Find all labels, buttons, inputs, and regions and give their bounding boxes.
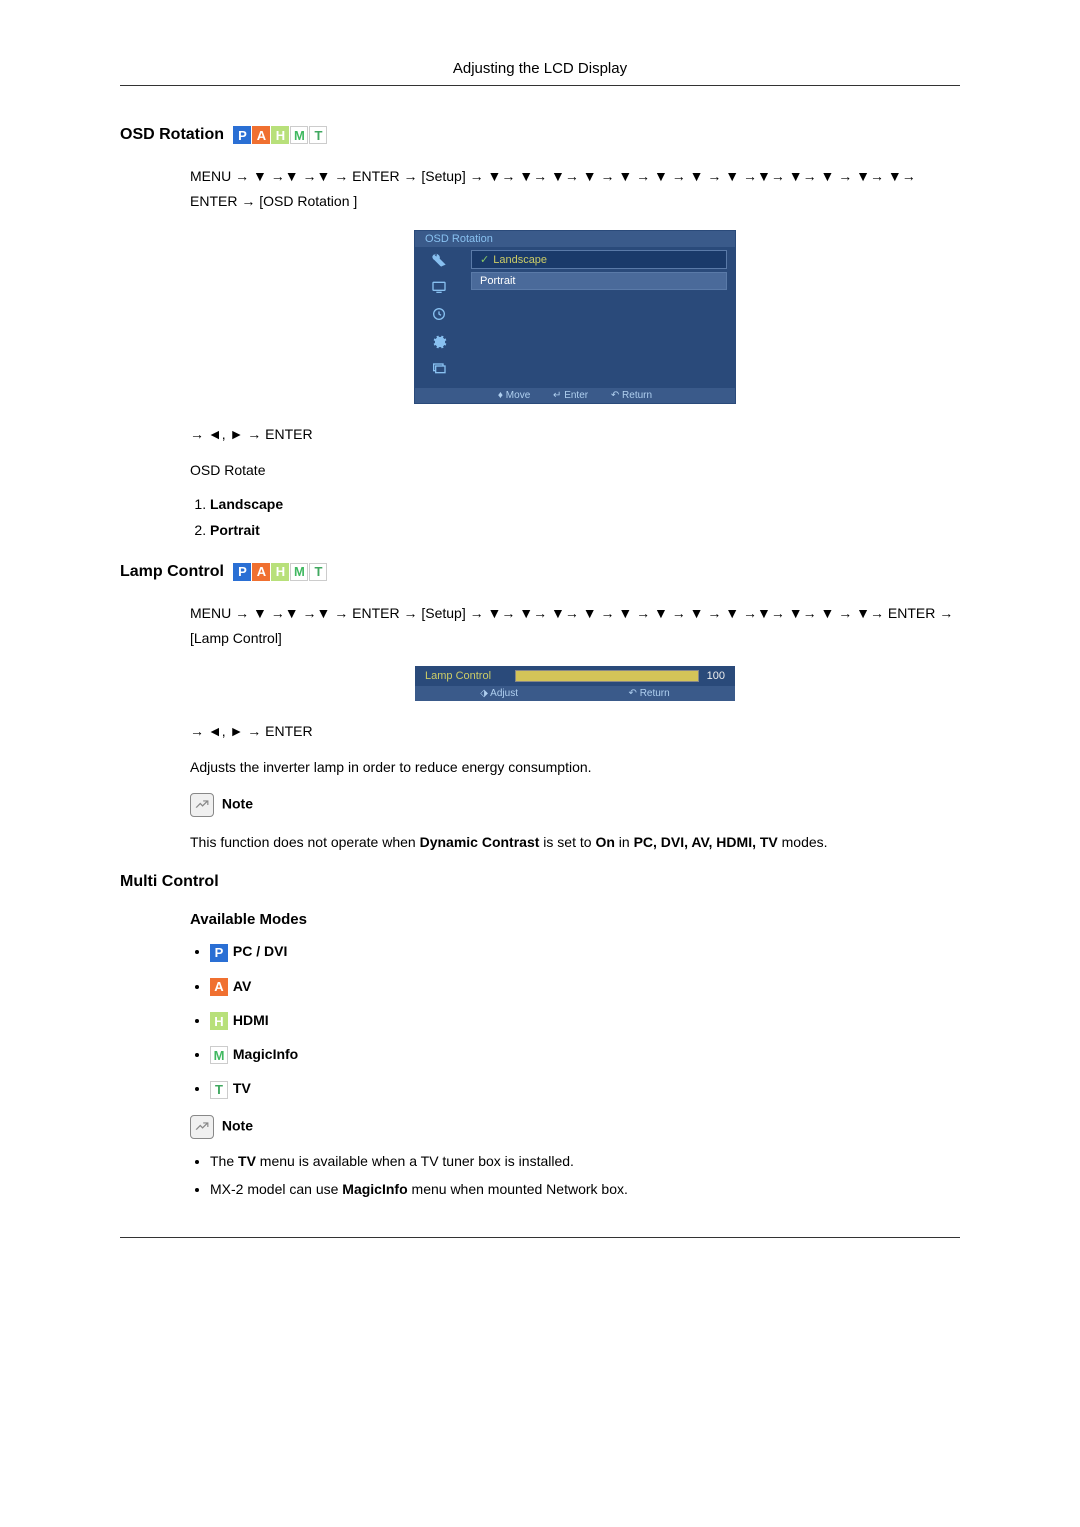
text-bold: On bbox=[595, 834, 614, 850]
a-icon: A bbox=[210, 978, 228, 996]
note-row: Note bbox=[190, 793, 960, 817]
section-multi-control-title: Multi Control bbox=[120, 873, 960, 891]
text-bold: Dynamic Contrast bbox=[420, 834, 540, 850]
osd-nav2: → ◄, ► → ENTER bbox=[190, 424, 960, 445]
text: is set to bbox=[539, 834, 595, 850]
page-header: Adjusting the LCD Display bbox=[120, 60, 960, 85]
footer-rule bbox=[120, 1237, 960, 1238]
text: in bbox=[615, 834, 634, 850]
lamp-value: 100 bbox=[707, 670, 725, 682]
osd-footer-enter: ↵ Enter bbox=[553, 390, 588, 401]
lamp-control-label: Lamp Control bbox=[120, 563, 224, 580]
h-icon: H bbox=[210, 1012, 228, 1030]
option-portrait: Portrait bbox=[210, 522, 260, 538]
available-modes-list: P PC / DVI A AV H HDMI M MagicInfo T TV bbox=[190, 943, 960, 1098]
option-landscape: Landscape bbox=[210, 496, 283, 512]
available-modes-title: Available Modes bbox=[190, 911, 960, 928]
mode-icons: P A H M T bbox=[233, 563, 328, 581]
h-icon: H bbox=[271, 126, 289, 144]
mode-tv: TV bbox=[233, 1080, 251, 1096]
osd-footer-move: ♦ Move bbox=[498, 390, 530, 401]
note-label: Note bbox=[222, 1117, 253, 1133]
gear-icon bbox=[415, 328, 463, 355]
m-icon: M bbox=[290, 563, 308, 581]
lamp-description: Adjusts the inverter lamp in order to re… bbox=[190, 757, 960, 778]
display-icon bbox=[415, 274, 463, 301]
t-icon: T bbox=[210, 1081, 228, 1099]
text: This function does not operate when bbox=[190, 834, 420, 850]
text: modes. bbox=[778, 834, 828, 850]
lamp-note-text: This function does not operate when Dyna… bbox=[190, 832, 960, 853]
p-icon: P bbox=[210, 944, 228, 962]
list-item: H HDMI bbox=[210, 1012, 960, 1030]
a-icon: A bbox=[252, 563, 270, 581]
text-bold: PC, DVI, AV, HDMI, TV bbox=[634, 834, 778, 850]
text-bold: MagicInfo bbox=[342, 1181, 407, 1197]
note-row: Note bbox=[190, 1115, 960, 1139]
osd-rotation-label: OSD Rotation bbox=[120, 126, 224, 143]
mode-magicinfo: MagicInfo bbox=[233, 1046, 298, 1062]
osd-rotation-screenshot: OSD Rotation bbox=[414, 230, 736, 404]
osd-footer: ♦ Move ↵ Enter ↶ Return bbox=[415, 388, 735, 403]
lamp-control-screenshot: Lamp Control 100 ⬗ Adjust ↶ Return bbox=[415, 666, 735, 701]
lamp-footer-adjust: ⬗ Adjust bbox=[480, 688, 518, 699]
text: The bbox=[210, 1153, 238, 1169]
list-item: M MagicInfo bbox=[210, 1046, 960, 1064]
osd-option-portrait: Portrait bbox=[471, 272, 727, 290]
screen-icon bbox=[415, 355, 463, 382]
m-icon: M bbox=[210, 1046, 228, 1064]
lamp-nav-path: MENU → ▼ →▼ →▼ → ENTER → [Setup] → ▼→ ▼→… bbox=[190, 601, 960, 651]
t-icon: T bbox=[309, 563, 327, 581]
header-rule bbox=[120, 85, 960, 86]
tool-icon bbox=[415, 247, 463, 274]
m-icon: M bbox=[290, 126, 308, 144]
list-item: The TV menu is available when a TV tuner… bbox=[210, 1153, 960, 1169]
section-osd-rotation-title: OSD Rotation P A H M T bbox=[120, 126, 960, 144]
multi-control-label: Multi Control bbox=[120, 873, 219, 890]
lamp-footer-return: ↶ Return bbox=[629, 688, 670, 699]
text: menu when mounted Network box. bbox=[408, 1181, 628, 1197]
t-icon: T bbox=[309, 126, 327, 144]
h-icon: H bbox=[271, 563, 289, 581]
note-icon bbox=[190, 793, 214, 817]
list-item: T TV bbox=[210, 1080, 960, 1098]
clock-icon bbox=[415, 301, 463, 328]
section-lamp-control-title: Lamp Control P A H M T bbox=[120, 563, 960, 581]
osd-footer-return: ↶ Return bbox=[611, 390, 652, 401]
lamp-slider bbox=[515, 670, 699, 682]
text-bold: TV bbox=[238, 1153, 256, 1169]
list-item: P PC / DVI bbox=[210, 943, 960, 961]
mode-hdmi: HDMI bbox=[233, 1012, 269, 1028]
osd-content: Landscape Portrait bbox=[463, 247, 735, 388]
osd-menu-title: OSD Rotation bbox=[415, 231, 735, 247]
osd-sidebar bbox=[415, 247, 463, 388]
osd-rotate-label: OSD Rotate bbox=[190, 460, 960, 481]
p-icon: P bbox=[233, 563, 251, 581]
mode-av: AV bbox=[233, 978, 251, 994]
a-icon: A bbox=[252, 126, 270, 144]
note-label: Note bbox=[222, 796, 253, 812]
list-item: Portrait bbox=[210, 522, 960, 538]
mode-pc-dvi: PC / DVI bbox=[233, 943, 287, 959]
note-icon bbox=[190, 1115, 214, 1139]
list-item: Landscape bbox=[210, 496, 960, 512]
lamp-nav2: → ◄, ► → ENTER bbox=[190, 721, 960, 742]
list-item: MX-2 model can use MagicInfo menu when m… bbox=[210, 1181, 960, 1197]
page: Adjusting the LCD Display OSD Rotation P… bbox=[0, 0, 1080, 1298]
lamp-osd-label: Lamp Control bbox=[425, 670, 515, 682]
osd-nav-path: MENU → ▼ →▼ →▼ → ENTER → [Setup] → ▼→ ▼→… bbox=[190, 164, 960, 214]
p-icon: P bbox=[233, 126, 251, 144]
mode-icons: P A H M T bbox=[233, 126, 328, 144]
text: menu is available when a TV tuner box is… bbox=[256, 1153, 574, 1169]
text: MX-2 model can use bbox=[210, 1181, 342, 1197]
list-item: A AV bbox=[210, 978, 960, 996]
osd-option-landscape: Landscape bbox=[471, 250, 727, 269]
multi-control-notes: The TV menu is available when a TV tuner… bbox=[190, 1153, 960, 1197]
osd-options-list: Landscape Portrait bbox=[190, 496, 960, 538]
